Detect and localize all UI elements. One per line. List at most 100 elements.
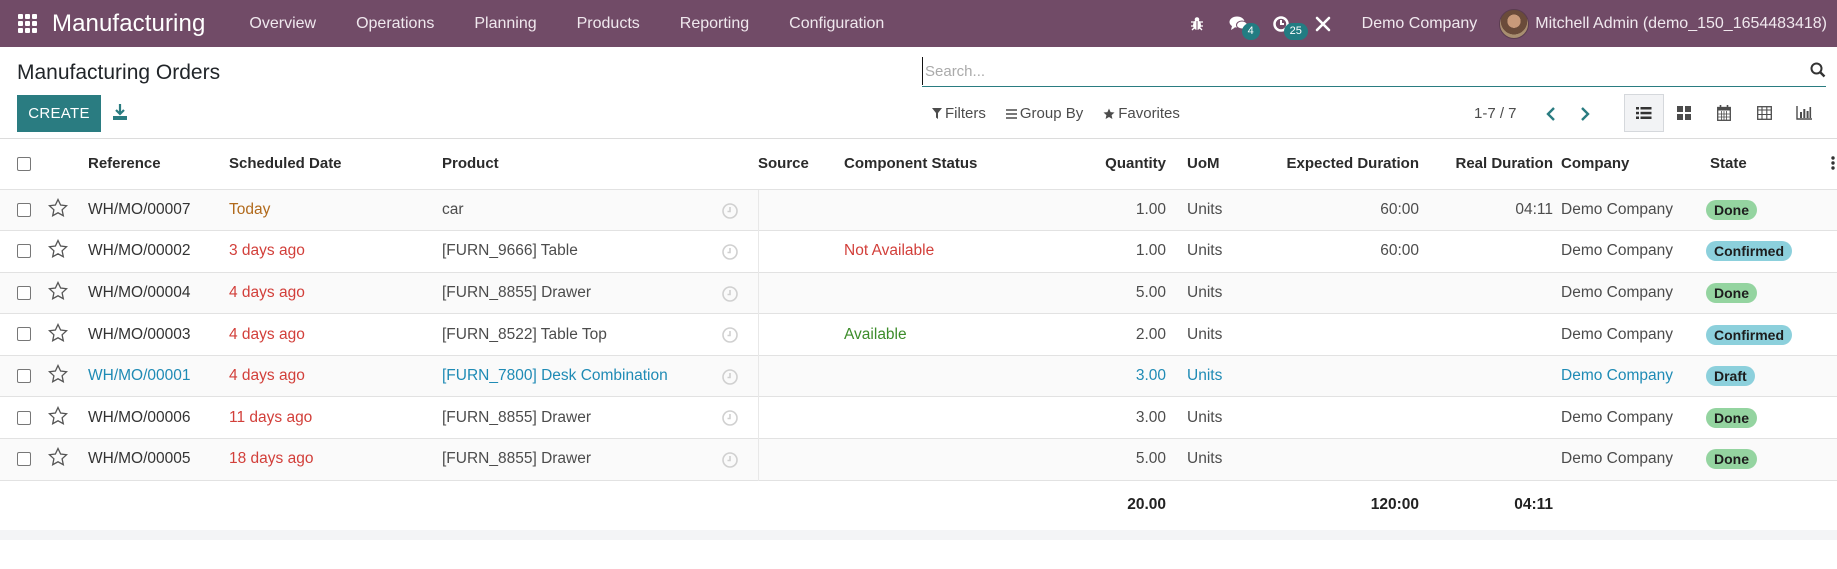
column-component-status[interactable]: Component Status — [844, 139, 1079, 189]
cell-uom: Units — [1174, 354, 1266, 397]
favorite-star-icon[interactable] — [48, 322, 69, 346]
menu-overview[interactable]: Overview — [229, 15, 336, 33]
pager-previous-icon[interactable] — [1541, 103, 1561, 125]
column-quantity[interactable]: Quantity — [1079, 139, 1174, 189]
cell-quantity: 1.00 — [1079, 188, 1174, 231]
menu-reporting[interactable]: Reporting — [660, 15, 769, 33]
menu-operations[interactable]: Operations — [336, 15, 454, 33]
app-name[interactable]: Manufacturing — [52, 10, 205, 38]
messages-icon[interactable]: 4 — [1218, 15, 1260, 40]
cell-component-status — [844, 188, 1079, 231]
activity-clock-icon[interactable] — [722, 202, 738, 224]
activity-clock-icon[interactable] — [722, 410, 738, 431]
column-scheduled-date[interactable]: Scheduled Date — [229, 139, 442, 189]
row-checkbox[interactable] — [17, 285, 31, 300]
column-product[interactable]: Product — [442, 139, 758, 189]
row-checkbox[interactable] — [17, 327, 31, 342]
table-row[interactable]: WH/MO/00003 4 days ago [FURN_8522] Table T… — [0, 313, 1837, 356]
cell-expected-duration: 60:00 — [1266, 188, 1426, 231]
table-row[interactable]: WH/MO/00002 3 days ago [FURN_9666] Table No… — [0, 230, 1837, 273]
menu-products[interactable]: Products — [557, 15, 660, 33]
cell-product-wrap: [FURN_8522] Table Top — [442, 313, 758, 356]
column-state-header[interactable]: State — [1706, 139, 1837, 189]
menu-configuration[interactable]: Configuration — [769, 15, 904, 33]
cell-expected-duration — [1266, 396, 1426, 439]
column-uom[interactable]: UoM — [1174, 139, 1266, 189]
table-row[interactable]: WH/MO/00005 18 days ago [FURN_8855] Drawer… — [0, 438, 1837, 481]
favorite-star-icon[interactable] — [48, 239, 69, 262]
settings-tools-icon[interactable] — [1302, 16, 1344, 32]
state-badge: Done — [1706, 282, 1757, 303]
menu-planning[interactable]: Planning — [454, 15, 556, 33]
row-checkbox[interactable] — [17, 244, 31, 259]
cell-real-duration — [1426, 354, 1561, 397]
filters-button[interactable]: Filters — [932, 105, 986, 122]
column-source[interactable]: Source — [758, 139, 844, 189]
table-row[interactable]: WH/MO/00006 11 days ago [FURN_8855] Drawer… — [0, 396, 1837, 439]
search-icon[interactable] — [1810, 62, 1826, 82]
company-switcher[interactable]: Demo Company — [1344, 15, 1500, 33]
row-checkbox[interactable] — [17, 452, 31, 467]
column-real-duration[interactable]: Real Duration — [1426, 139, 1561, 189]
optional-columns-icon[interactable] — [1831, 156, 1835, 174]
cell-quantity: 1.00 — [1079, 230, 1174, 273]
pager-value[interactable]: 1-7 / 7 — [1474, 105, 1517, 122]
table-row[interactable]: WH/MO/00004 4 days ago [FURN_8855] Drawer 5… — [0, 271, 1837, 314]
favorite-star-icon[interactable] — [48, 364, 69, 387]
row-checkbox[interactable] — [17, 369, 31, 384]
column-company[interactable]: Company — [1561, 139, 1706, 189]
cell-product-wrap: [FURN_8855] Drawer — [442, 396, 758, 439]
apps-menu-icon[interactable] — [16, 13, 38, 35]
cell-real-duration — [1426, 313, 1561, 356]
graph-view-icon[interactable] — [1784, 94, 1824, 132]
activity-clock-icon[interactable] — [722, 285, 738, 307]
cell-uom: Units — [1174, 271, 1266, 314]
row-checkbox[interactable] — [17, 410, 31, 425]
cell-source — [757, 438, 844, 481]
debug-icon[interactable] — [1176, 16, 1218, 31]
row-checkbox[interactable] — [17, 202, 31, 217]
cell-product: car — [442, 200, 464, 218]
pager-next-icon[interactable] — [1575, 103, 1595, 125]
activity-clock-icon[interactable] — [722, 327, 738, 348]
cell-expected-duration — [1266, 271, 1426, 314]
activity-clock-icon[interactable] — [722, 244, 738, 265]
kanban-view-icon[interactable] — [1664, 94, 1704, 132]
cell-company: Demo Company — [1561, 354, 1706, 397]
search-input[interactable] — [922, 57, 1782, 85]
download-icon[interactable] — [112, 103, 130, 123]
cell-real-duration — [1426, 396, 1561, 439]
list-view-icon[interactable] — [1624, 94, 1664, 132]
cell-real-duration — [1426, 438, 1561, 481]
activities-icon[interactable]: 25 — [1260, 15, 1308, 40]
favorites-button[interactable]: Favorites — [1103, 105, 1180, 122]
favorite-star-icon[interactable] — [48, 405, 69, 429]
favorite-star-icon[interactable] — [48, 447, 69, 470]
cell-source — [757, 354, 844, 397]
cell-product: [FURN_8855] Drawer — [442, 450, 592, 468]
cell-component-status — [844, 438, 1079, 481]
groupby-button[interactable]: Group By — [1005, 105, 1083, 122]
activity-clock-icon[interactable] — [722, 369, 738, 390]
favorite-star-icon[interactable] — [48, 280, 69, 304]
filters-label: Filters — [945, 105, 986, 122]
cell-source — [757, 313, 844, 356]
cell-company: Demo Company — [1561, 271, 1706, 314]
table-row[interactable]: WH/MO/00007 Today car 1.00 Units 60:00 04:11 De… — [0, 188, 1837, 231]
cell-reference: WH/MO/00002 — [88, 230, 229, 273]
favorite-star-icon[interactable] — [48, 197, 69, 221]
calendar-view-icon[interactable] — [1704, 94, 1744, 132]
activity-clock-icon[interactable] — [722, 452, 738, 473]
table-row[interactable]: WH/MO/00001 4 days ago [FURN_7800] Desk Co… — [0, 354, 1837, 397]
column-reference[interactable]: Reference — [88, 139, 229, 189]
create-button[interactable]: CREATE — [17, 95, 101, 132]
cell-product: [FURN_8855] Drawer — [442, 283, 592, 301]
pivot-view-icon[interactable] — [1744, 94, 1784, 132]
cell-product: [FURN_7800] Desk Combination — [442, 367, 668, 385]
footer-bar — [0, 530, 1837, 541]
cell-product-wrap: [FURN_7800] Desk Combination — [442, 354, 758, 397]
cell-uom: Units — [1174, 396, 1266, 439]
column-expected-duration[interactable]: Expected Duration — [1266, 139, 1426, 189]
select-all-checkbox[interactable] — [17, 157, 31, 172]
user-menu[interactable]: Mitchell Admin (demo_150_1654483418) — [1499, 8, 1837, 39]
